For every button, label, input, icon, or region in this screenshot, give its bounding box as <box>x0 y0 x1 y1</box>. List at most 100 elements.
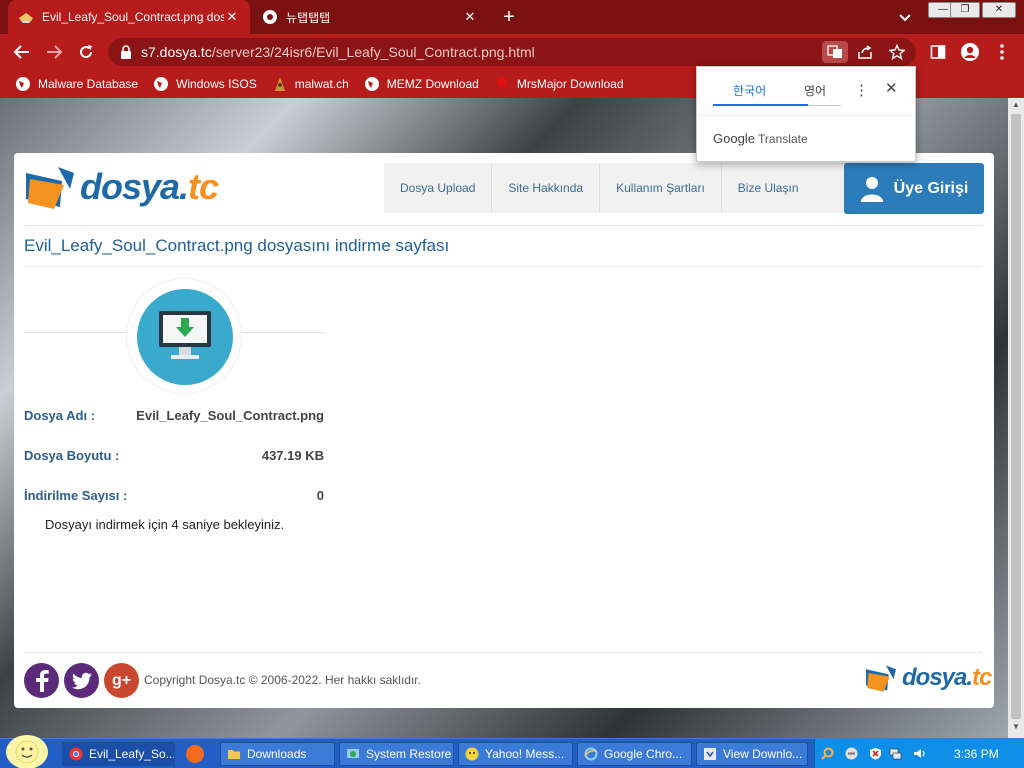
globe-icon <box>154 77 169 91</box>
nav-site-hakkinda[interactable]: Site Hakkında <box>492 163 601 213</box>
taskbar-item-view-downloads[interactable]: View Downlo... <box>696 742 808 766</box>
copyright-text: Copyright Dosya.tc © 2006-2022. Her hakk… <box>144 673 421 687</box>
download-window-icon <box>704 748 716 760</box>
chrome-icon <box>69 747 83 761</box>
bookmark-windows-isos[interactable]: Windows ISOS <box>153 76 257 92</box>
scroll-up-icon[interactable]: ▲ <box>1008 100 1024 114</box>
facebook-icon <box>35 669 49 692</box>
smiley-icon <box>15 740 39 764</box>
taskbar-item-google-chrome[interactable]: Google Chro... <box>577 742 692 766</box>
twitter-button[interactable] <box>64 663 99 698</box>
monitor-download-icon <box>159 311 211 359</box>
tab-search-chevron-icon[interactable] <box>894 6 916 28</box>
status-tray-icon[interactable] <box>845 747 858 760</box>
tab-underline <box>808 105 841 106</box>
menu-button[interactable] <box>990 40 1014 64</box>
start-button[interactable] <box>6 735 48 768</box>
malwatch-icon <box>274 77 285 91</box>
file-size-row: Dosya Boyutu : 437.19 KB <box>24 448 324 463</box>
mrsmajor-icon <box>496 77 507 91</box>
taskbar-label: System Restore <box>366 747 452 761</box>
taskbar-clock[interactable]: 3:36 PM <box>954 747 999 761</box>
nav-dosya-upload[interactable]: Dosya Upload <box>384 163 493 213</box>
globe-icon <box>364 77 379 91</box>
file-name-value: Evil_Leafy_Soul_Contract.png <box>136 408 324 423</box>
site-logo[interactable]: dosya.tc <box>24 163 219 211</box>
wait-message: Dosyayı indirmek için 4 saniye bekleyini… <box>45 517 285 532</box>
scrollbar-thumb[interactable] <box>1011 114 1021 719</box>
tab-inactive[interactable]: 뉴탭탭탭 ✕ <box>252 0 488 34</box>
divider <box>24 652 982 653</box>
lock-icon[interactable] <box>120 45 132 59</box>
download-count-value: 0 <box>316 488 324 503</box>
divider <box>24 266 982 267</box>
taskbar-label: Evil_Leafy_So... <box>89 747 175 761</box>
login-button[interactable]: Üye Girişi <box>844 163 984 214</box>
bookmark-label: malwat.ch <box>294 77 349 91</box>
window-close-button[interactable]: ✕ <box>982 2 1016 18</box>
translate-source-language[interactable]: 한국어 <box>733 82 766 99</box>
vertical-scrollbar[interactable]: ▲ ▼ <box>1008 98 1024 738</box>
translate-close-icon[interactable]: ✕ <box>885 79 898 97</box>
maximize-button[interactable]: ❐ <box>950 2 980 18</box>
translate-popup: 한국어 영어 ⋮ ✕ Google Translate <box>696 66 916 162</box>
globe-icon <box>16 77 30 91</box>
profile-avatar-icon <box>961 43 979 61</box>
google-plus-button[interactable]: g+ <box>104 663 139 698</box>
scroll-down-icon[interactable]: ▼ <box>1008 722 1024 736</box>
user-icon <box>860 176 883 202</box>
translate-more-icon[interactable]: ⋮ <box>854 81 869 99</box>
file-name-row: Dosya Adı : Evil_Leafy_Soul_Contract.png <box>24 408 324 423</box>
translate-target-language[interactable]: 영어 <box>804 82 826 99</box>
facebook-button[interactable] <box>24 663 59 698</box>
taskbar-label: Downloads <box>247 747 307 761</box>
reload-icon <box>80 45 93 59</box>
bookmark-malwatch[interactable]: malwat.ch <box>272 76 349 92</box>
search-tray-icon[interactable] <box>821 747 834 760</box>
logo-main: dosya. <box>902 664 973 691</box>
folder-icon <box>228 750 240 759</box>
google-plus-icon: g+ <box>111 671 132 689</box>
security-alert-icon[interactable] <box>869 747 882 760</box>
tab-active[interactable]: Evil_Leafy_Soul_Contract.png dos ✕ <box>8 0 250 34</box>
side-panel-button[interactable] <box>926 40 950 64</box>
back-button[interactable] <box>10 40 34 64</box>
reload-button[interactable] <box>74 40 98 64</box>
share-button[interactable] <box>854 42 876 62</box>
taskbar-item-yahoo-messenger[interactable]: Yahoo! Mess... <box>458 742 573 766</box>
translate-label: Translate <box>758 132 808 146</box>
taskbar-item-system-restore[interactable]: System Restore <box>339 742 454 766</box>
taskbar-item-downloads[interactable]: Downloads <box>220 742 335 766</box>
download-ring <box>126 278 242 394</box>
network-icon[interactable] <box>889 747 902 760</box>
forward-button[interactable] <box>42 40 66 64</box>
translate-button[interactable] <box>822 41 848 63</box>
share-icon <box>858 45 872 59</box>
tab-title: 뉴탭탭탭 <box>286 10 331 25</box>
bookmark-memz-download[interactable]: MEMZ Download <box>364 76 479 92</box>
address-bar[interactable]: s7.dosya.tc/server23/24isr6/Evil_Leafy_S… <box>108 38 916 66</box>
taskbar-item-chrome[interactable]: Evil_Leafy_So... <box>62 742 175 766</box>
bookmark-malware-database[interactable]: Malware Database <box>15 76 138 92</box>
tab-close-icon[interactable]: ✕ <box>462 9 478 25</box>
bookmark-star-button[interactable] <box>886 42 908 62</box>
profile-button[interactable] <box>958 40 982 64</box>
taskbar-label: Google Chro... <box>604 747 683 761</box>
tab-close-icon[interactable]: ✕ <box>224 9 240 25</box>
footer-logo[interactable]: dosya.tc <box>864 663 992 693</box>
firefox-icon[interactable] <box>186 745 204 763</box>
logo-tc: tc <box>972 664 992 691</box>
bookmark-mrsmajor-download[interactable]: MrsMajor Download <box>494 76 624 92</box>
bookmark-label: MEMZ Download <box>386 77 479 91</box>
translate-icon <box>827 45 842 58</box>
nav-bize-ulasin[interactable]: Bize Ulaşın <box>722 163 848 213</box>
url-text[interactable]: s7.dosya.tc/server23/24isr6/Evil_Leafy_S… <box>141 44 535 60</box>
nav-kullanim-sartlari[interactable]: Kullanım Şartları <box>600 163 722 213</box>
taskbar: Evil_Leafy_So... Downloads System Restor… <box>0 735 1024 768</box>
logo-text: dosya.tc <box>80 166 219 208</box>
new-tab-button[interactable]: + <box>496 5 522 29</box>
volume-icon[interactable] <box>913 747 926 760</box>
logo-text: dosya.tc <box>902 664 992 692</box>
kebab-menu-icon <box>1000 44 1004 60</box>
url-path: /server23/24isr6/Evil_Leafy_Soul_Contrac… <box>211 44 535 60</box>
